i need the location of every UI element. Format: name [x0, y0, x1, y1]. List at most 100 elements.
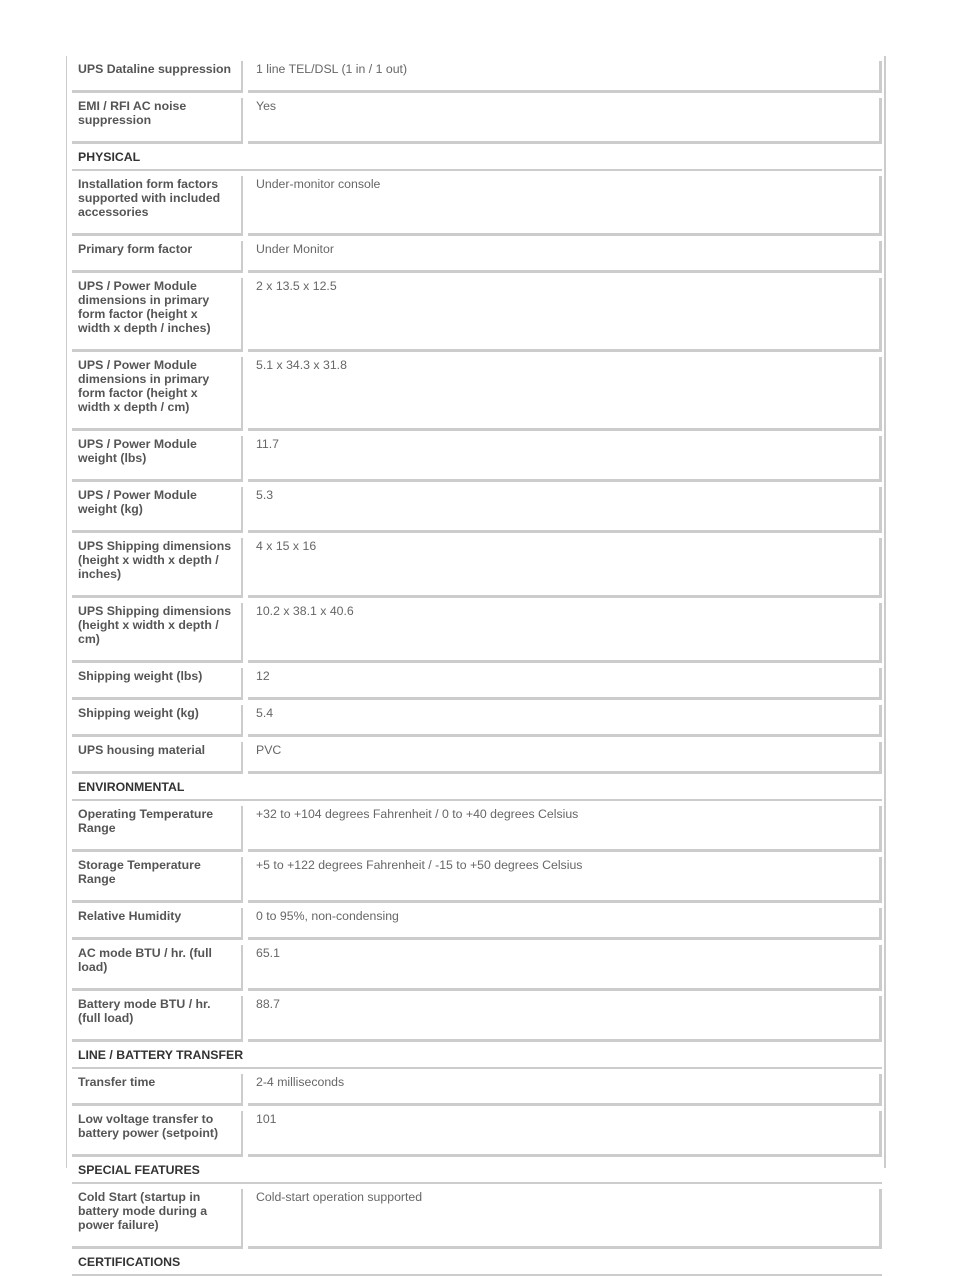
spec-value-cell: 11.7 [248, 431, 882, 482]
spec-value: 65.1 [248, 945, 882, 991]
spec-value: Under Monitor [248, 241, 882, 273]
spec-label: Installation form factors supported with… [72, 176, 243, 236]
spec-value: +5 to +122 degrees Fahrenheit / -15 to +… [248, 857, 882, 903]
spec-row: Battery mode BTU / hr. (full load) 88.7 [72, 991, 882, 1042]
spec-label-cell: Battery mode BTU / hr. (full load) [72, 991, 248, 1042]
spec-row: Transfer time 2-4 milliseconds [72, 1069, 882, 1106]
spec-value-cell: 2 x 13.5 x 12.5 [248, 273, 882, 352]
spec-label: UPS Dataline suppression [72, 61, 243, 93]
spec-row: Low voltage transfer to battery power (s… [72, 1106, 882, 1157]
spec-label-cell: UPS Dataline suppression [72, 56, 248, 93]
spec-value: 1 line TEL/DSL (1 in / 1 out) [248, 61, 882, 93]
spec-label: Storage Temperature Range [72, 857, 243, 903]
spec-row: Installation form factors supported with… [72, 171, 882, 236]
spec-row: Shipping weight (lbs) 12 [72, 663, 882, 700]
spec-value-cell: +5 to +122 degrees Fahrenheit / -15 to +… [248, 852, 882, 903]
spec-row: UPS Shipping dimensions (height x width … [72, 533, 882, 598]
spec-value-cell: 4 x 15 x 16 [248, 533, 882, 598]
section-title: CERTIFICATIONS [72, 1254, 882, 1276]
spec-row: Storage Temperature Range +5 to +122 degr… [72, 852, 882, 903]
spec-row: UPS / Power Module dimensions in primary… [72, 273, 882, 352]
spec-label: Battery mode BTU / hr. (full load) [72, 996, 243, 1042]
spec-value: 5.1 x 34.3 x 31.8 [248, 357, 882, 431]
spec-label-cell: AC mode BTU / hr. (full load) [72, 940, 248, 991]
spec-row: UPS Dataline suppression 1 line TEL/DSL (… [72, 56, 882, 93]
spec-value: Under-monitor console [248, 176, 882, 236]
spec-label-cell: Installation form factors supported with… [72, 171, 248, 236]
section-header-row: SPECIAL FEATURES [72, 1157, 882, 1184]
spec-row: Relative Humidity 0 to 95%, non-condensin… [72, 903, 882, 940]
spec-value-cell: 88.7 [248, 991, 882, 1042]
spec-label: UPS / Power Module dimensions in primary… [72, 357, 243, 431]
section-header-cell: PHYSICAL [72, 144, 882, 171]
spec-value-cell: +32 to +104 degrees Fahrenheit / 0 to +4… [248, 801, 882, 852]
spec-label: UPS / Power Module weight (lbs) [72, 436, 243, 482]
spec-value-cell: 5.3 [248, 482, 882, 533]
spec-value-cell: Under Monitor [248, 236, 882, 273]
spec-row: Cold Start (startup in battery mode duri… [72, 1184, 882, 1249]
spec-value-cell: 5.1 x 34.3 x 31.8 [248, 352, 882, 431]
spec-value: 5.3 [248, 487, 882, 533]
spec-value-cell: 10.2 x 38.1 x 40.6 [248, 598, 882, 663]
spec-value-cell: 65.1 [248, 940, 882, 991]
spec-label-cell: UPS / Power Module dimensions in primary… [72, 273, 248, 352]
spec-label: Cold Start (startup in battery mode duri… [72, 1189, 243, 1249]
spec-value-cell: Cold-start operation supported [248, 1184, 882, 1249]
spec-value-cell: Under-monitor console [248, 171, 882, 236]
spec-label: Shipping weight (lbs) [72, 668, 243, 700]
spec-label-cell: UPS / Power Module weight (kg) [72, 482, 248, 533]
spec-label-cell: UPS / Power Module weight (lbs) [72, 431, 248, 482]
spec-label-cell: Low voltage transfer to battery power (s… [72, 1106, 248, 1157]
spec-label-cell: Storage Temperature Range [72, 852, 248, 903]
spec-value-cell: 12 [248, 663, 882, 700]
section-title: LINE / BATTERY TRANSFER [72, 1047, 882, 1069]
spec-label-cell: EMI / RFI AC noise suppression [72, 93, 248, 144]
spec-value: Yes [248, 98, 882, 144]
spec-row: UPS / Power Module weight (lbs) 11.7 [72, 431, 882, 482]
section-title: ENVIRONMENTAL [72, 779, 882, 801]
spec-row: UPS / Power Module weight (kg) 5.3 [72, 482, 882, 533]
spec-label: Shipping weight (kg) [72, 705, 243, 737]
spec-row: UPS housing material PVC [72, 737, 882, 774]
section-title: PHYSICAL [72, 149, 882, 171]
spec-label-cell: UPS Shipping dimensions (height x width … [72, 533, 248, 598]
spec-value: 0 to 95%, non-condensing [248, 908, 882, 940]
spec-label-cell: Transfer time [72, 1069, 248, 1106]
spec-value: +32 to +104 degrees Fahrenheit / 0 to +4… [248, 806, 882, 852]
spec-label: EMI / RFI AC noise suppression [72, 98, 243, 144]
spec-label: AC mode BTU / hr. (full load) [72, 945, 243, 991]
spec-label: UPS / Power Module weight (kg) [72, 487, 243, 533]
spec-row: Shipping weight (kg) 5.4 [72, 700, 882, 737]
section-title: SPECIAL FEATURES [72, 1162, 882, 1184]
spec-label-cell: Shipping weight (kg) [72, 700, 248, 737]
spec-value: 101 [248, 1111, 882, 1157]
spec-value: 5.4 [248, 705, 882, 737]
spec-label-cell: Relative Humidity [72, 903, 248, 940]
section-header-cell: SPECIAL FEATURES [72, 1157, 882, 1184]
spec-value-cell: 1 line TEL/DSL (1 in / 1 out) [248, 56, 882, 93]
spec-label-cell: UPS housing material [72, 737, 248, 774]
spec-value-cell: 5.4 [248, 700, 882, 737]
spec-value: 12 [248, 668, 882, 700]
specifications-table-body: UPS Dataline suppression 1 line TEL/DSL (… [72, 56, 882, 1276]
section-header-row: PHYSICAL [72, 144, 882, 171]
spec-value: 10.2 x 38.1 x 40.6 [248, 603, 882, 663]
spec-label: Low voltage transfer to battery power (s… [72, 1111, 243, 1157]
spec-label-cell: Primary form factor [72, 236, 248, 273]
spec-value-cell: PVC [248, 737, 882, 774]
spec-value: 88.7 [248, 996, 882, 1042]
spec-label: UPS Shipping dimensions (height x width … [72, 603, 243, 663]
spec-label: Primary form factor [72, 241, 243, 273]
spec-label: Operating Temperature Range [72, 806, 243, 852]
specifications-table: UPS Dataline suppression 1 line TEL/DSL (… [72, 56, 882, 1276]
section-header-row: ENVIRONMENTAL [72, 774, 882, 801]
section-header-cell: ENVIRONMENTAL [72, 774, 882, 801]
spec-row: UPS / Power Module dimensions in primary… [72, 352, 882, 431]
spec-label: UPS housing material [72, 742, 243, 774]
section-header-row: CERTIFICATIONS [72, 1249, 882, 1276]
spec-label-cell: Cold Start (startup in battery mode duri… [72, 1184, 248, 1249]
spec-value: 11.7 [248, 436, 882, 482]
section-header-cell: CERTIFICATIONS [72, 1249, 882, 1276]
spec-label: Relative Humidity [72, 908, 243, 940]
spec-value: 4 x 15 x 16 [248, 538, 882, 598]
